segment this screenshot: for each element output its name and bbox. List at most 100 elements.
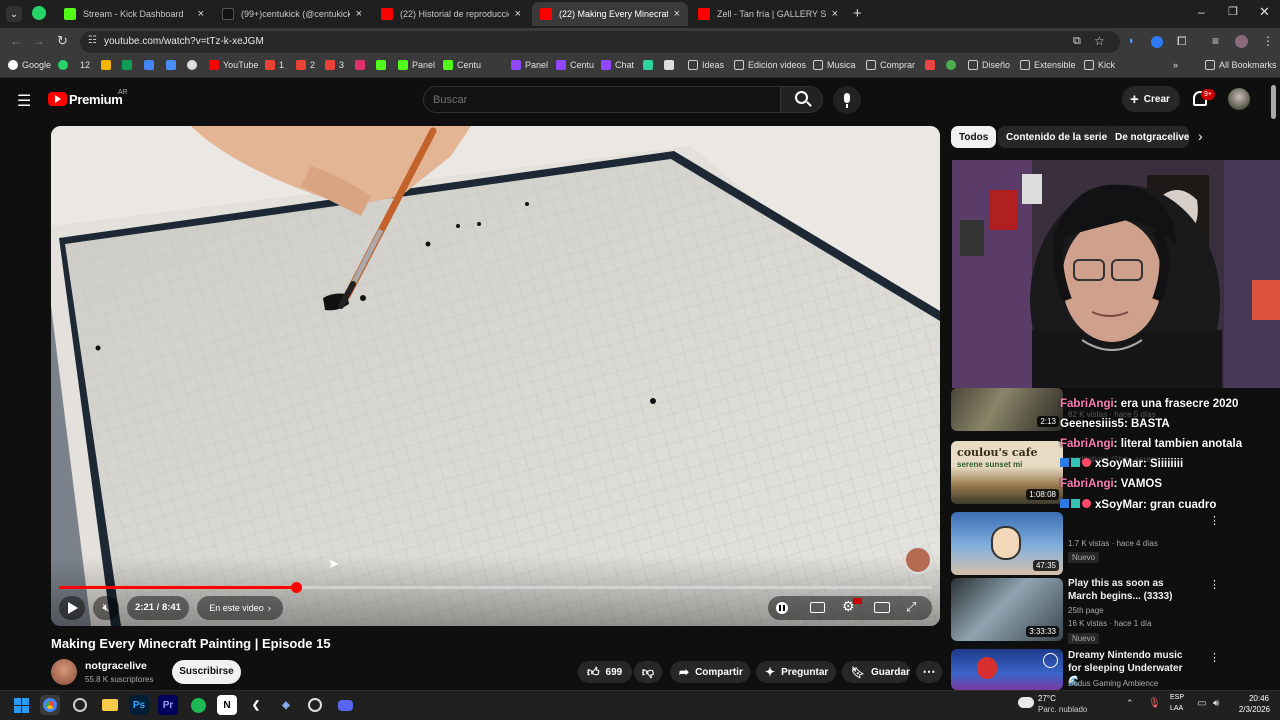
save-button[interactable]: 🔖︎ Guardar	[842, 661, 910, 683]
fullscreen-icon[interactable]: ⤢	[906, 599, 916, 615]
extension-icon[interactable]: ◗	[1128, 35, 1135, 47]
share-button[interactable]: ➦ Compartir	[670, 661, 750, 683]
file-explorer-icon[interactable]	[100, 695, 120, 715]
chips-next-icon[interactable]: ›	[1198, 128, 1203, 144]
weather-cloud-icon[interactable]	[1018, 697, 1034, 708]
app-taskbar-icon[interactable]: ❮	[246, 695, 266, 715]
progress-scrubber[interactable]	[291, 582, 302, 593]
minimize-button[interactable]: –	[1198, 5, 1205, 19]
url-text[interactable]: youtube.com/watch?v=tTz-k-xeJGM	[104, 36, 264, 47]
bookmark-folder-edicion[interactable]: Edicion videos	[734, 60, 806, 70]
more-vertical-icon[interactable]: ⋮	[1209, 514, 1220, 527]
chapter-button[interactable]: En este video ›	[197, 596, 283, 620]
back-icon[interactable]: ←	[10, 34, 22, 48]
bookmark-12[interactable]: 12	[80, 60, 90, 70]
video-player[interactable]	[51, 126, 940, 626]
bookmark-sheets[interactable]	[122, 60, 136, 70]
voice-search-button[interactable]	[833, 86, 861, 114]
close-icon[interactable]: ×	[674, 8, 680, 20]
bookmark-whatsapp[interactable]	[58, 60, 72, 70]
bookmark-gmail-3[interactable]: 3	[325, 60, 344, 70]
video-thumbnail[interactable]: 3:33:33	[951, 578, 1063, 641]
video-thumbnail[interactable]: 2:13	[951, 388, 1063, 431]
bookmark-centu-twitch[interactable]: Centu	[556, 60, 594, 70]
chrome-taskbar-icon[interactable]	[40, 695, 60, 715]
media-icon[interactable]: ≡	[1212, 34, 1219, 48]
dislike-button[interactable]: 👎︎	[634, 661, 662, 683]
youtube-logo-icon[interactable]	[48, 92, 67, 106]
bookmark-panel-twitch[interactable]: Panel	[511, 60, 548, 70]
account-avatar[interactable]	[1228, 88, 1250, 110]
site-info-icon[interactable]: ☷	[88, 35, 97, 46]
close-icon[interactable]: ×	[832, 8, 838, 20]
language-indicator[interactable]: ESP	[1170, 694, 1184, 701]
weather-desc[interactable]: Parc. nublado	[1038, 705, 1087, 714]
whatsapp-tab-icon[interactable]	[32, 6, 46, 20]
app-taskbar-icon[interactable]	[70, 695, 90, 715]
video-thumbnail[interactable]: 47:35	[951, 512, 1063, 575]
bookmark-panel-kick[interactable]: Panel	[398, 60, 435, 70]
autoplay-toggle[interactable]	[776, 602, 788, 614]
app-taskbar-icon[interactable]: ◈	[276, 695, 296, 715]
bookmark-app[interactable]	[643, 60, 657, 70]
bookmark-star-icon[interactable]: ☆	[1094, 34, 1105, 48]
notion-icon[interactable]: N	[217, 695, 237, 715]
ask-button[interactable]: ✦ Preguntar	[756, 661, 836, 683]
extensions-puzzle-icon[interactable]: ⧠	[1177, 34, 1187, 49]
profile-avatar[interactable]	[1235, 35, 1248, 48]
reload-icon[interactable]: ↻	[57, 33, 68, 49]
spotify-icon[interactable]	[188, 695, 208, 715]
close-icon[interactable]: ×	[515, 8, 521, 20]
bookmark-folder-extensible[interactable]: Extensible	[1020, 60, 1076, 70]
video-title[interactable]: Play this as soon as March begins... (33…	[1068, 577, 1193, 603]
page-scrollbar[interactable]	[1271, 85, 1276, 119]
microphone-icon[interactable]: 🎙︎	[1148, 698, 1161, 709]
bookmark-folder-kick[interactable]: Kick	[1084, 60, 1115, 70]
close-icon[interactable]: ×	[356, 8, 362, 20]
tab-kick-dashboard[interactable]: Stream - Kick Dashboard ×	[56, 2, 212, 26]
channel-name[interactable]: Bodus Gaming Ambience	[1068, 679, 1158, 688]
extension-icon[interactable]	[1151, 36, 1163, 48]
tab-tiktok[interactable]: (99+)centukick (@centukick) | T ×	[214, 2, 370, 26]
youtube-premium-logo[interactable]: Premium	[69, 92, 123, 107]
all-bookmarks[interactable]: All Bookmarks	[1205, 60, 1277, 70]
bookmarks-overflow-icon[interactable]: »	[1173, 60, 1178, 70]
hamburger-menu-icon[interactable]: ☰	[17, 91, 31, 111]
forward-icon[interactable]: →	[33, 34, 45, 48]
mute-button[interactable]: 🔇︎	[93, 596, 119, 620]
bookmark-youtube[interactable]: YouTube	[209, 60, 258, 70]
channel-avatar[interactable]	[51, 659, 77, 685]
create-button[interactable]: + Crear	[1122, 86, 1180, 112]
more-vertical-icon[interactable]: ⋮	[1209, 651, 1220, 664]
theater-mode-icon[interactable]	[874, 602, 890, 613]
tab-zell[interactable]: Zell - Tan fría | GALLERY SESSIO ×	[690, 2, 846, 26]
bookmark-gmail-1[interactable]: 1	[265, 60, 284, 70]
window-close-button[interactable]: ✕	[1259, 4, 1270, 20]
close-icon[interactable]: ×	[198, 8, 204, 20]
bookmark-folder-ideas[interactable]: Ideas	[688, 60, 724, 70]
weather-temp[interactable]: 27°C	[1038, 694, 1056, 703]
chip-all[interactable]: Todos	[951, 126, 997, 148]
clock-time[interactable]: 20:46	[1235, 694, 1269, 703]
bookmark-app[interactable]	[946, 60, 960, 70]
photoshop-icon[interactable]: Ps	[129, 695, 149, 715]
bookmark-gmail-2[interactable]: 2	[296, 60, 315, 70]
discord-icon[interactable]	[335, 695, 355, 715]
obs-icon[interactable]	[305, 695, 325, 715]
channel-name[interactable]: notgracelive	[85, 660, 147, 672]
channel-name[interactable]: 25th page	[1068, 606, 1104, 615]
bookmark-folder-comprar[interactable]: Comprar	[866, 60, 915, 70]
video-thumbnail[interactable]: coulou's cafe serene sunset mi 1:08:08	[951, 441, 1063, 504]
more-vertical-icon[interactable]: ⋮	[1209, 578, 1220, 591]
clock-date[interactable]: 2/3/2026	[1230, 705, 1270, 714]
bookmark-google[interactable]: Google	[8, 60, 51, 70]
bookmark-drive[interactable]	[101, 60, 115, 70]
maximize-button[interactable]: ❐	[1228, 5, 1238, 18]
chip-series-content[interactable]: Contenido de la serie	[998, 126, 1116, 148]
like-button[interactable]: 👍︎ 699	[578, 661, 632, 683]
more-actions-button[interactable]: ⋯	[916, 661, 942, 683]
bookmark-folder-musica[interactable]: Musica	[813, 60, 856, 70]
chip-from-channel[interactable]: De notgracelive	[1107, 126, 1189, 148]
search-input[interactable]	[433, 91, 763, 108]
tray-overflow-icon[interactable]: ⌃	[1126, 698, 1134, 709]
